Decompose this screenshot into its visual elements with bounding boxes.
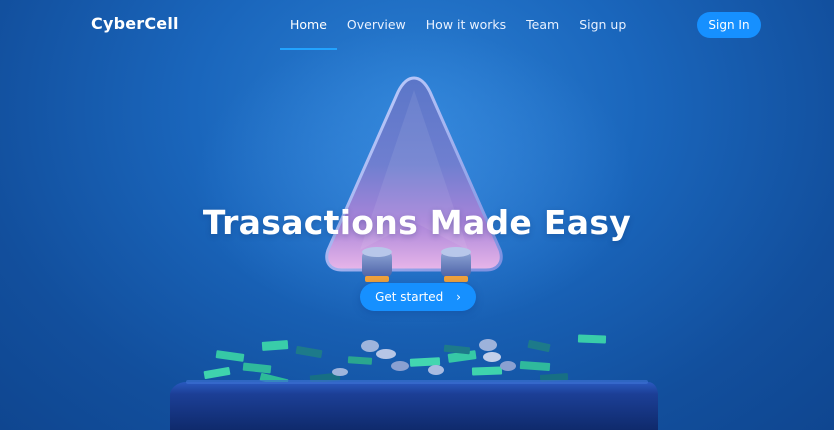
navbar: CyberCell Home Overview How it works Tea… — [0, 0, 834, 50]
nav-item-sign-up[interactable]: Sign up — [569, 0, 636, 50]
nav-item-home[interactable]: Home — [280, 0, 337, 50]
brand-logo[interactable]: CyberCell — [91, 14, 179, 33]
get-started-button[interactable]: Get started › — [360, 283, 476, 311]
hero-title: Trasactions Made Easy — [202, 203, 632, 242]
nav-links: Home Overview How it works Team Sign up — [280, 0, 636, 50]
nav-item-team[interactable]: Team — [516, 0, 569, 50]
page: CyberCell Home Overview How it works Tea… — [0, 0, 834, 430]
sign-in-button[interactable]: Sign In — [697, 12, 761, 38]
chevron-right-icon: › — [456, 290, 461, 304]
get-started-label: Get started — [375, 290, 444, 304]
nav-item-how-it-works[interactable]: How it works — [416, 0, 516, 50]
nav-item-overview[interactable]: Overview — [337, 0, 416, 50]
